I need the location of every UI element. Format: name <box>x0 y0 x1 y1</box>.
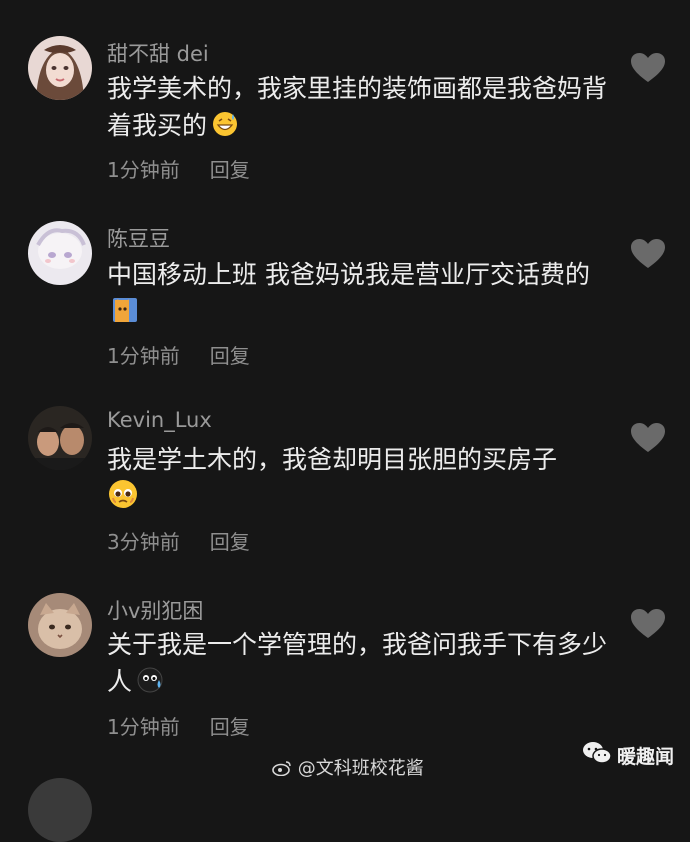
comment-text-content: 我学美术的，我家里挂的装饰画都是我爸妈背着我买的 <box>107 74 608 140</box>
comment-time: 1分钟前 <box>107 344 180 368</box>
comment-meta: 1分钟前 回复 <box>107 154 250 183</box>
pleading-emoji-icon <box>107 478 139 510</box>
comment-text: 关于我是一个学管理的，我爸问我手下有多少人 <box>107 626 607 700</box>
sweat-grin-emoji-icon <box>211 110 239 138</box>
comment-text-content: 我是学土木的，我爸却明目张胆的买房子 <box>107 445 558 474</box>
comment-time: 3分钟前 <box>107 530 180 554</box>
comment-text: 我是学土木的，我爸却明目张胆的买房子 <box>107 441 607 516</box>
crying-black-emoji-icon <box>136 666 164 694</box>
weibo-watermark: @文科班校花酱 <box>272 754 424 780</box>
reply-button[interactable]: 回复 <box>210 158 250 182</box>
avatar[interactable] <box>28 778 92 842</box>
comment-meta: 3分钟前 回复 <box>107 526 250 555</box>
username[interactable]: 小v别犯困 <box>107 595 203 625</box>
heart-icon[interactable] <box>630 422 666 454</box>
reply-button[interactable]: 回复 <box>210 530 250 554</box>
reply-button[interactable]: 回复 <box>210 715 250 739</box>
avatar[interactable] <box>28 406 92 470</box>
comment-text: 中国移动上班 我爸妈说我是营业厅交话费的 <box>107 256 607 330</box>
comment-text-content: 中国移动上班 我爸妈说我是营业厅交话费的 <box>107 260 590 289</box>
username[interactable]: Kevin_Lux <box>107 408 212 432</box>
avatar[interactable] <box>28 221 92 285</box>
comment-text-content: 关于我是一个学管理的，我爸问我手下有多少人 <box>107 630 608 696</box>
comment-time: 1分钟前 <box>107 715 180 739</box>
avatar[interactable] <box>28 593 92 657</box>
weibo-icon <box>272 761 291 777</box>
username[interactable]: 甜不甜 dei <box>107 38 209 68</box>
weibo-handle: @文科班校花酱 <box>297 758 424 779</box>
avatar[interactable] <box>28 36 92 100</box>
reply-button[interactable]: 回复 <box>210 344 250 368</box>
brand-name: 暖趣闻 <box>617 746 675 768</box>
comment-text: 我学美术的，我家里挂的装饰画都是我爸妈背着我买的 <box>107 70 607 144</box>
comment-meta: 1分钟前 回复 <box>107 340 250 369</box>
heart-icon[interactable] <box>630 238 666 270</box>
heart-icon[interactable] <box>630 52 666 84</box>
comment-time: 1分钟前 <box>107 158 180 182</box>
username[interactable]: 陈豆豆 <box>107 223 170 253</box>
comment-meta: 1分钟前 回复 <box>107 711 250 740</box>
heart-icon[interactable] <box>630 608 666 640</box>
watermark-bar: @文科班校花酱 暖趣闻 <box>0 742 690 783</box>
wechat-icon <box>582 740 612 766</box>
peeking-cat-emoji-icon <box>111 296 139 324</box>
